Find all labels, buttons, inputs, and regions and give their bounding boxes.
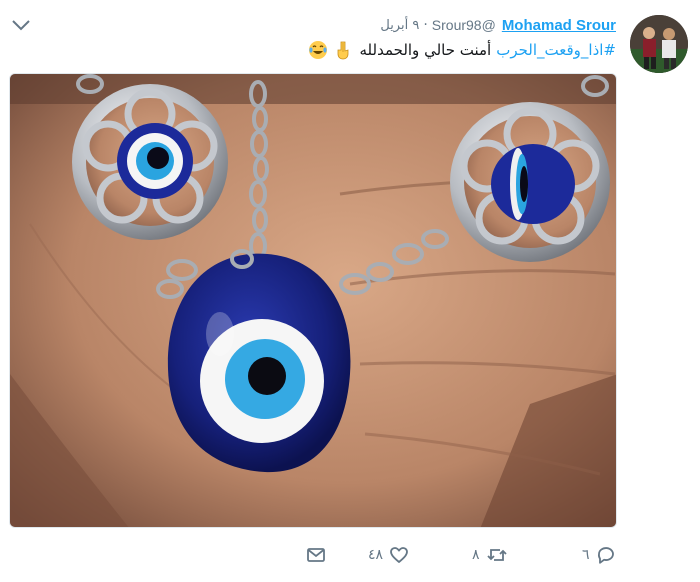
tweet-header: Mohamad Srour @Srour98 · ٩ أبريل	[380, 15, 616, 35]
hashtag-link[interactable]: #اذا_وقعت_الحرب	[496, 41, 616, 59]
tweet-photo[interactable]	[9, 73, 617, 528]
user-handle[interactable]: @Srour98	[432, 17, 496, 33]
retweet-icon	[486, 545, 508, 565]
chevron-down-icon[interactable]	[10, 14, 32, 36]
message-icon	[306, 545, 326, 565]
retweet-count: ٨	[472, 547, 480, 563]
like-count: ٤٨	[368, 547, 384, 563]
separator-dot: ·	[423, 17, 428, 33]
reply-count: ٦	[582, 547, 590, 563]
point-down-emoji	[334, 40, 354, 60]
like-icon	[389, 545, 409, 565]
avatar[interactable]	[630, 15, 688, 73]
tweet-text: #اذا_وقعت_الحرب أمنت حالي والحمدلله	[308, 38, 616, 62]
tweet-actions: ٦ ٨ ٤٨	[300, 540, 620, 570]
reply-button[interactable]: ٦	[582, 540, 616, 570]
retweet-button[interactable]: ٨	[472, 540, 508, 570]
tweet-card: Mohamad Srour @Srour98 · ٩ أبريل #اذا_وق…	[0, 0, 700, 582]
tweet-body-text: أمنت حالي والحمدلله	[359, 41, 492, 59]
tweet-timestamp[interactable]: ٩ أبريل	[380, 18, 419, 33]
display-name[interactable]: Mohamad Srour	[502, 17, 616, 34]
reply-icon	[596, 545, 616, 565]
laughing-tears-emoji	[308, 40, 328, 60]
direct-message-button[interactable]	[306, 540, 326, 570]
like-button[interactable]: ٤٨	[368, 540, 409, 570]
